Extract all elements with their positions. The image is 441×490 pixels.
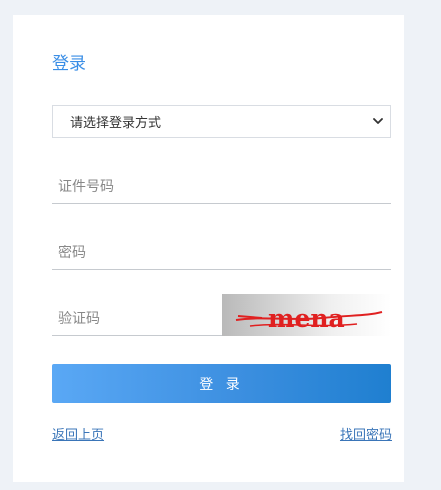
page-title: 登录: [52, 54, 86, 74]
password-field[interactable]: [58, 244, 391, 261]
captcha-image[interactable]: mena: [222, 294, 391, 336]
login-card: 登录 请选择登录方式 mena 登 录 返回上页 找回密码: [13, 15, 404, 482]
chevron-down-icon: [372, 116, 384, 128]
captcha-field-wrapper: [52, 302, 222, 336]
find-password-link[interactable]: 找回密码: [340, 424, 392, 443]
captcha-text: mena: [268, 304, 345, 333]
id-number-field-wrapper: [52, 170, 391, 204]
password-field-wrapper: [52, 236, 391, 270]
back-link[interactable]: 返回上页: [52, 424, 104, 443]
captcha-field[interactable]: [58, 310, 222, 327]
login-button[interactable]: 登 录: [52, 364, 391, 403]
login-method-select[interactable]: 请选择登录方式: [52, 105, 391, 138]
login-method-value: 请选择登录方式: [70, 116, 162, 131]
id-number-field[interactable]: [58, 178, 391, 195]
